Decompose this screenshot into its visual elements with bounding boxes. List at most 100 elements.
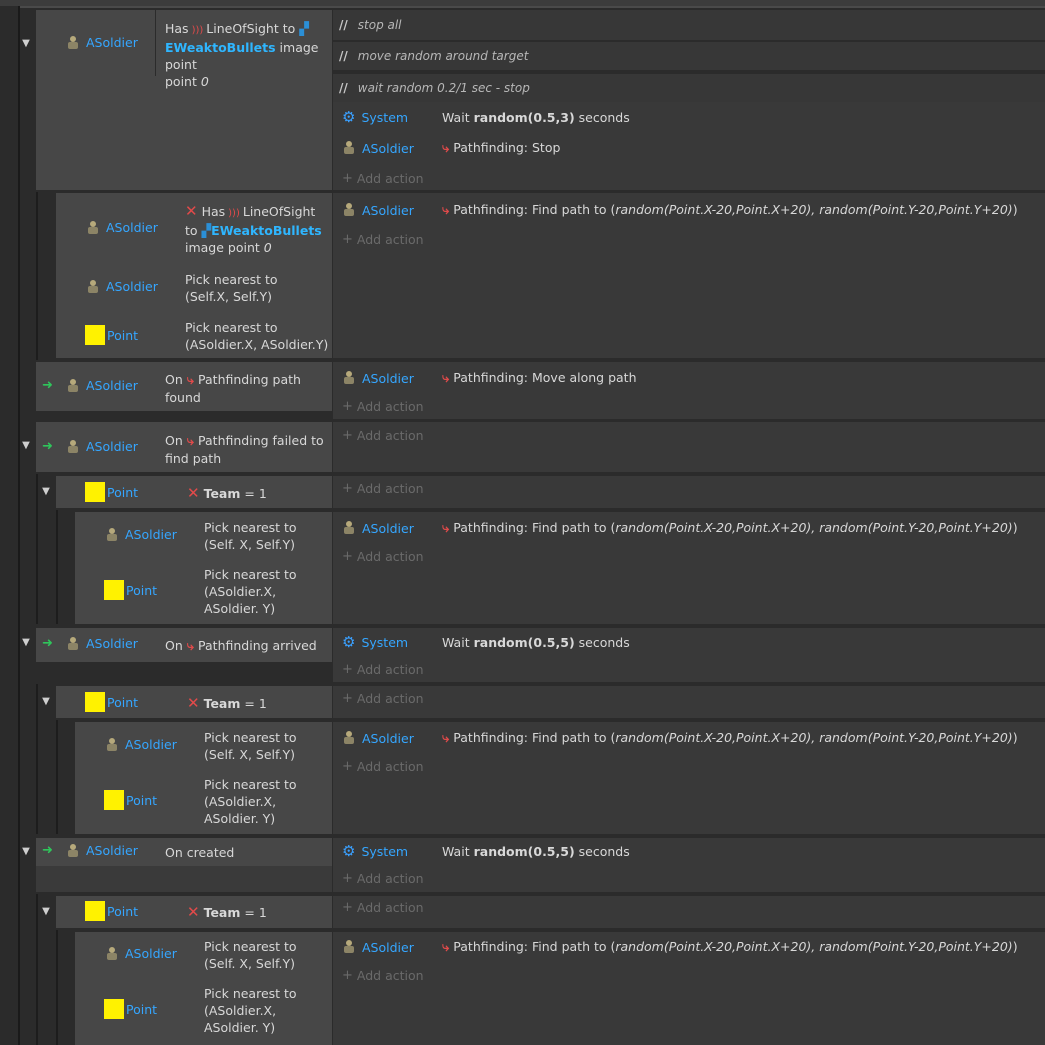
collapse-toggle-subevent-4a[interactable]: ▼: [40, 696, 52, 707]
red-x-icon: ✕: [185, 202, 198, 220]
comment-3[interactable]: //wait random 0.2/1 sec - stop: [333, 74, 1045, 102]
event-1-object[interactable]: ASoldier: [66, 35, 138, 50]
nesting-line: [36, 474, 38, 624]
subevent-3b-condition-pick-soldier[interactable]: Pick nearest to (ASoldier.X, ASoldier. Y…: [204, 566, 329, 617]
soldier-sprite-icon: [86, 279, 100, 294]
action-move-along[interactable]: ASoldier ⤷ Pathfinding: Move along path: [342, 364, 1042, 392]
subevent-3b-object-2[interactable]: Point: [104, 580, 157, 600]
collapse-toggle-event-1[interactable]: ▼: [20, 36, 34, 50]
subevent-5b-condition-pick-soldier[interactable]: Pick nearest to (ASoldier.X, ASoldier. Y…: [204, 985, 329, 1036]
add-action-subevent-5b[interactable]: + Add action: [342, 968, 424, 983]
action-pf-stop[interactable]: ASoldier ⤷ Pathfinding: Stop: [342, 134, 1042, 162]
add-action-subevent-4b[interactable]: + Add action: [342, 759, 424, 774]
event-3-condition[interactable]: On ⤷ Pathfinding failed to find path: [165, 432, 330, 467]
subevent-1-condition-pick-soldier[interactable]: Pick nearest to (ASoldier.X, ASoldier.Y): [185, 319, 330, 353]
event-3-object[interactable]: ASoldier: [66, 439, 138, 454]
add-action-event-4[interactable]: + Add action: [342, 662, 424, 677]
add-action-subevent-3b[interactable]: + Add action: [342, 549, 424, 564]
collapse-toggle-event-4[interactable]: ▼: [20, 637, 32, 648]
subevent-5b-condition-pick-self[interactable]: Pick nearest to (Self. X, Self.Y): [204, 938, 329, 972]
action-find-path-2[interactable]: ASoldier ⤷ Pathfinding: Find path to (ran…: [342, 514, 1042, 542]
nesting-line: [36, 894, 38, 1045]
subevent-5b-object-1[interactable]: ASoldier: [105, 946, 177, 961]
event-1-condition[interactable]: Has))) LineOfSight to ▞ EWeaktoBullets im…: [165, 20, 330, 90]
soldier-sprite-icon: [66, 636, 80, 651]
subevent-4b-condition-pick-self[interactable]: Pick nearest to (Self. X, Self.Y): [204, 729, 329, 763]
event-2-object[interactable]: ASoldier: [66, 378, 138, 393]
subevent-3b-condition-pick-self[interactable]: Pick nearest to (Self. X, Self.Y): [204, 519, 329, 553]
add-action-event-5[interactable]: + Add action: [342, 871, 424, 886]
yellow-square-icon: [104, 580, 124, 600]
comment-2[interactable]: //move random around target: [333, 42, 1045, 70]
event-5-condition-filler: [36, 866, 332, 892]
pathfinding-icon: ⤷: [442, 371, 450, 386]
comment-1[interactable]: //stop all: [333, 10, 1045, 40]
subevent-4b-condition-pick-soldier[interactable]: Pick nearest to (ASoldier.X, ASoldier. Y…: [204, 776, 329, 827]
event-3-actions: [333, 422, 1045, 472]
subevent-5b-object-2[interactable]: Point: [104, 999, 157, 1019]
event-5-object[interactable]: ASoldier: [66, 843, 138, 858]
subevent-5a-condition-team[interactable]: ✕ Team = 1: [187, 904, 267, 921]
pathfinding-icon: ⤷: [442, 940, 450, 955]
subevent-4a-actions: [333, 686, 1045, 718]
action-find-path-3[interactable]: ASoldier ⤷ Pathfinding: Find path to (ran…: [342, 724, 1042, 752]
collapse-toggle-event-3[interactable]: ▼: [20, 440, 32, 451]
chevron-down-icon: ▼: [22, 637, 30, 648]
collapse-toggle-subevent-5a[interactable]: ▼: [40, 906, 52, 917]
event-5-condition[interactable]: On created: [165, 844, 234, 861]
soldier-sprite-icon: [342, 141, 356, 155]
event-4-condition[interactable]: On ⤷ Pathfinding arrived: [165, 637, 330, 655]
action-wait-3[interactable]: ⚙ System Wait random(0.5,5) seconds: [342, 837, 1042, 865]
subevent-3b-object-1[interactable]: ASoldier: [105, 527, 177, 542]
subevent-1-object-2[interactable]: ASoldier: [86, 279, 158, 294]
add-action-event-2[interactable]: + Add action: [342, 399, 424, 414]
soldier-sprite-icon: [342, 371, 356, 385]
chevron-down-icon: ▼: [42, 906, 50, 917]
add-action-event-3[interactable]: + Add action: [342, 428, 424, 443]
line-of-sight-icon: ))): [191, 25, 204, 36]
subevent-4a-object[interactable]: Point: [85, 692, 138, 712]
subevent-1-object-1[interactable]: ASoldier: [86, 220, 158, 235]
subevent-4b-object-2[interactable]: Point: [104, 790, 157, 810]
yellow-square-icon: [104, 999, 124, 1019]
chevron-down-icon: ▼: [22, 37, 30, 49]
action-find-path-4[interactable]: ASoldier ⤷ Pathfinding: Find path to (ran…: [342, 933, 1042, 961]
add-action-subevent-4a[interactable]: + Add action: [342, 691, 424, 706]
subevent-4b-object-1[interactable]: ASoldier: [105, 737, 177, 752]
soldier-sprite-icon: [86, 220, 100, 235]
add-action-subevent-3a[interactable]: + Add action: [342, 481, 424, 496]
action-find-path-1[interactable]: ASoldier ⤷ Pathfinding: Find path to (ran…: [342, 196, 1042, 224]
pathfinding-icon: ⤷: [442, 731, 450, 746]
soldier-sprite-icon: [105, 527, 119, 542]
pathfinding-icon: ⤷: [442, 141, 450, 156]
soldier-sprite-icon: [66, 378, 80, 393]
pathfinding-icon: ⤷: [186, 434, 195, 449]
pathfinding-icon: ⤷: [186, 639, 195, 654]
event-4-object[interactable]: ASoldier: [66, 636, 138, 651]
add-action-event-1[interactable]: + Add action: [342, 171, 424, 186]
soldier-sprite-icon: [342, 203, 356, 217]
add-action-subevent-5a[interactable]: + Add action: [342, 900, 424, 915]
subevent-1-object-3[interactable]: Point: [85, 325, 138, 345]
yellow-square-icon: [85, 901, 105, 921]
soldier-sprite-icon: [342, 940, 356, 954]
subevent-4a-condition-team[interactable]: ✕ Team = 1: [187, 695, 267, 712]
trigger-arrow-icon: ➜: [42, 636, 53, 651]
subevent-5a-object[interactable]: Point: [85, 901, 138, 921]
subevent-1-condition-los[interactable]: ✕ Has))) LineOfSight to ▞EWeaktoBullets im…: [185, 203, 330, 256]
event-2-condition[interactable]: On ⤷ Pathfinding path found: [165, 371, 330, 406]
yellow-square-icon: [85, 325, 105, 345]
soldier-sprite-icon: [66, 439, 80, 454]
add-action-subevent-1[interactable]: + Add action: [342, 232, 424, 247]
collapse-toggle-subevent-3a[interactable]: ▼: [40, 486, 52, 497]
soldier-sprite-icon: [66, 35, 80, 50]
top-bar-edge: [18, 6, 1045, 8]
subevent-3a-actions: [333, 476, 1045, 508]
yellow-square-icon: [85, 482, 105, 502]
subevent-1-condition-pick-self[interactable]: Pick nearest to (Self.X, Self.Y): [185, 271, 325, 305]
action-wait-1[interactable]: ⚙ System Wait random(0.5,3) seconds: [342, 103, 1042, 131]
action-wait-2[interactable]: ⚙ System Wait random(0.5,5) seconds: [342, 628, 1042, 656]
subevent-3a-condition-team[interactable]: ✕ Team = 1: [187, 485, 267, 502]
collapse-toggle-event-5[interactable]: ▼: [20, 846, 32, 857]
subevent-3a-object[interactable]: Point: [85, 482, 138, 502]
